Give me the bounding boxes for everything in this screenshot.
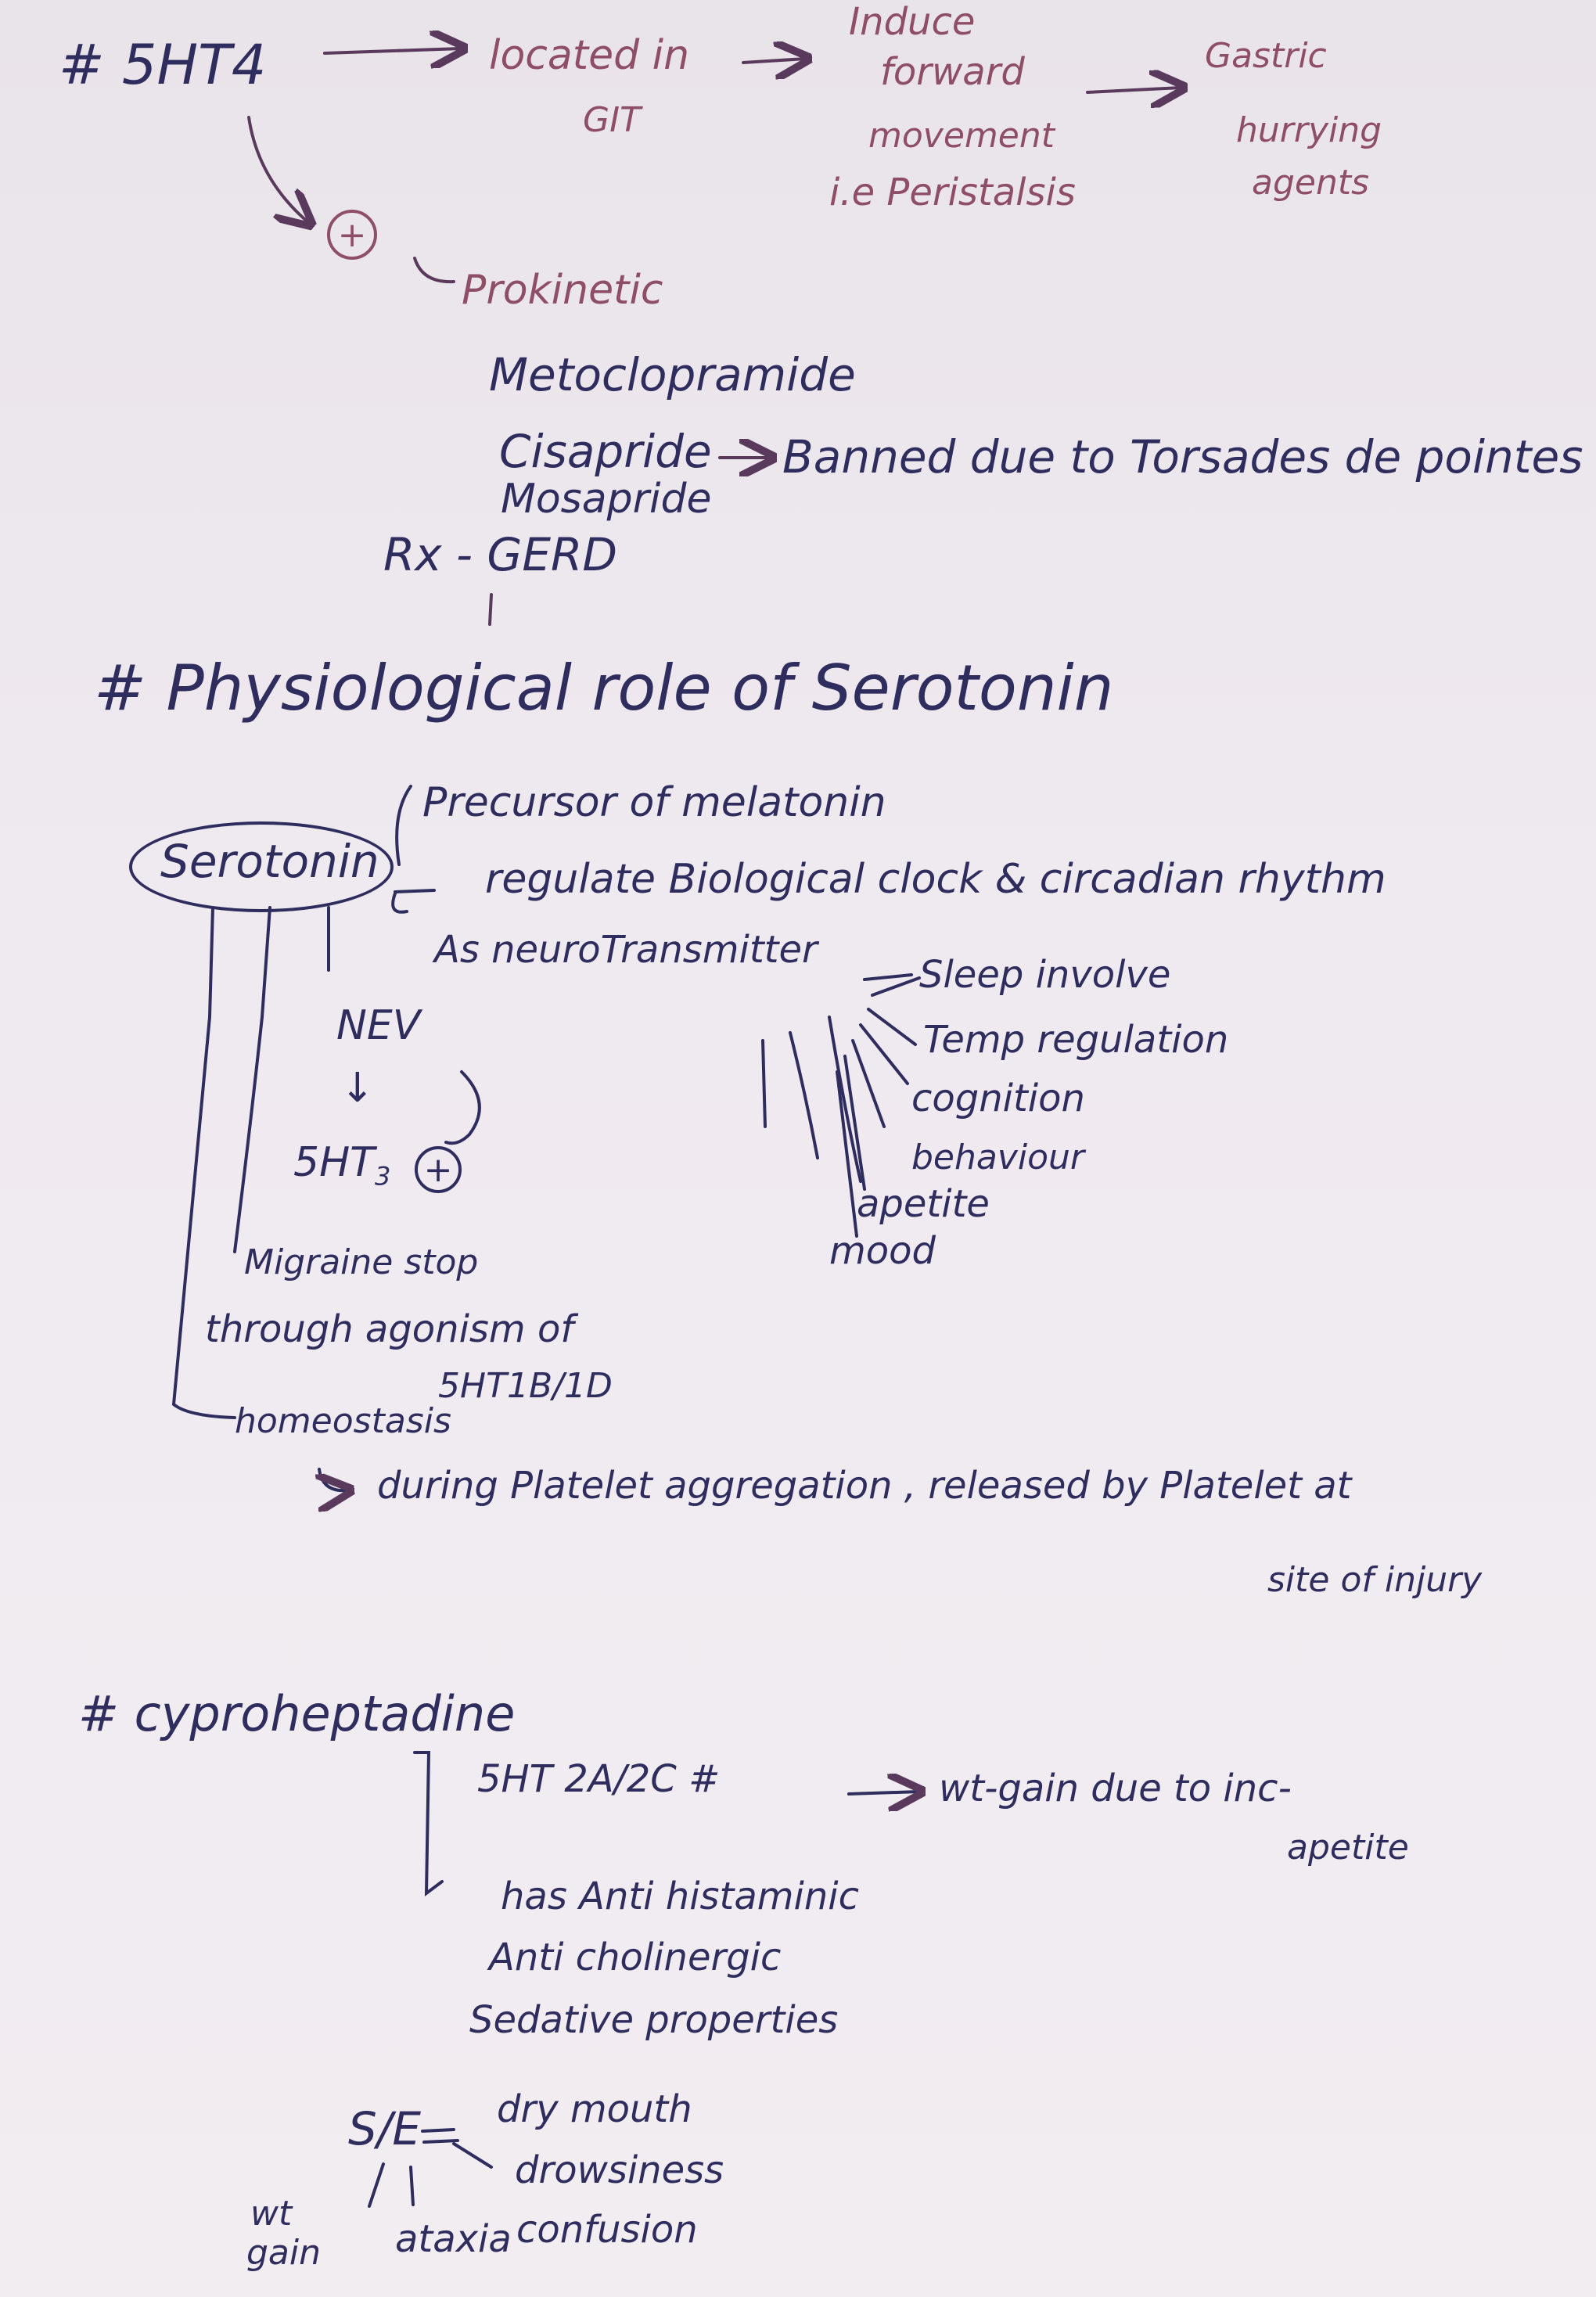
apetite-text: apetite <box>1287 1828 1409 1867</box>
se-confusion: confusion <box>516 2208 698 2252</box>
forward-text: forward <box>880 50 1025 94</box>
mosapride-text: Mosapride <box>501 476 712 523</box>
se-drowsiness: drowsiness <box>515 2148 724 2192</box>
handwritten-arrows <box>172 0 1596 2208</box>
serotonin-label: Serotonin <box>160 835 379 888</box>
role-cognition: cognition <box>911 1077 1085 1120</box>
nev-text: NEV <box>336 1002 421 1049</box>
gastric-text: Gastric <box>1205 36 1327 76</box>
antihistaminic-text: has Anti histaminic <box>501 1875 860 1918</box>
section2-heading: # Physiological role of Serotonin <box>94 652 1114 724</box>
migraine-line2: through agonism of <box>205 1307 574 1351</box>
section3-heading: # cyproheptadine <box>78 1685 516 1742</box>
rx-gerd-text: Rx - GERD <box>383 528 617 581</box>
peristalsis-text: i.e Peristalsis <box>829 171 1076 214</box>
induce-text: Induce <box>849 0 976 44</box>
role-behaviour: behaviour <box>911 1138 1085 1177</box>
git-text: GIT <box>583 100 641 140</box>
agents-text: agents <box>1252 163 1370 203</box>
migraine-line1: Migraine stop <box>244 1242 479 1282</box>
ataxia-text: ataxia <box>395 2217 512 2261</box>
during-text: during Platelet aggregation , released b… <box>377 1464 1352 1508</box>
5ht3-text: 5HT3 <box>293 1139 391 1192</box>
receptor-text: 5HT 2A/2C # <box>477 1757 721 1801</box>
located-text: located in <box>489 32 690 79</box>
movement-text: movement <box>868 116 1055 156</box>
homeostasis-text: homeostasis <box>235 1401 451 1441</box>
se-label: S/E <box>348 2102 422 2155</box>
neurotransmitter-text: As neuroTransmitter <box>434 928 818 972</box>
precursor-text: Precursor of melatonin <box>422 779 886 826</box>
role-temp: Temp regulation <box>923 1018 1229 1062</box>
section1-heading: # 5HT4 <box>59 33 267 97</box>
wtgain-text: wt-gain due to inc- <box>939 1767 1292 1810</box>
banned-text: Banned due to Torsades de pointes <box>782 430 1583 483</box>
sedative-text: Sedative properties <box>469 1998 839 2042</box>
gain-text: gain <box>246 2233 322 2273</box>
se-dry-mouth: dry mouth <box>497 2087 692 2131</box>
plus-circle-icon-2: + <box>415 1146 462 1193</box>
site-text: site of injury <box>1267 1560 1483 1600</box>
plus-circle-icon: + <box>327 210 377 260</box>
regulate-text: regulate Biological clock & circadian rh… <box>485 856 1386 903</box>
role-sleep: Sleep involve <box>919 953 1171 997</box>
role-mood: mood <box>829 1229 936 1273</box>
migraine-line3: 5HT1B/1D <box>438 1366 613 1406</box>
prokinetic-text: Prokinetic <box>462 267 663 314</box>
role-apetite: apetite <box>857 1182 990 1226</box>
notebook-page: # 5HT4 located in GIT Induce forward mov… <box>0 0 1596 2297</box>
metoclopramide-text: Metoclopramide <box>489 348 856 401</box>
cisapride-text: Cisapride <box>499 425 712 478</box>
hurrying-text: hurrying <box>1236 110 1382 150</box>
anticholinergic-text: Anti cholinergic <box>489 1936 782 1979</box>
wt-text: wt <box>250 2194 293 2234</box>
down-arrow-icon: ↓ <box>340 1065 375 1112</box>
